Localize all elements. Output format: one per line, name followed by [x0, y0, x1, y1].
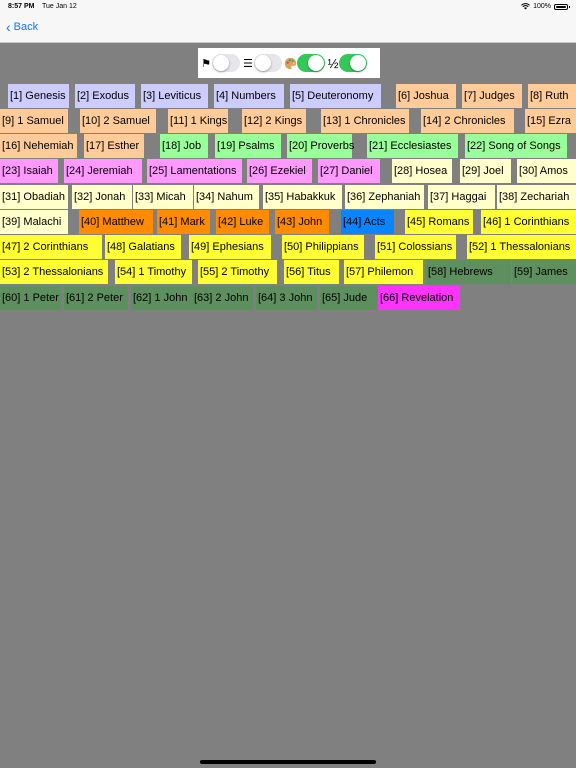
book-button[interactable]: [45] Romans	[405, 210, 473, 234]
toggles-panel: ⚑ ☰ ½	[198, 48, 380, 78]
book-button[interactable]: [19] Psalms	[215, 134, 281, 158]
book-button[interactable]: [40] Matthew	[79, 210, 153, 234]
book-button[interactable]: [23] Isaiah	[0, 159, 58, 183]
book-button[interactable]: [55] 2 Timothy	[198, 260, 277, 284]
book-button[interactable]: [60] 1 Peter	[0, 286, 61, 310]
book-button[interactable]: [36] Zephaniah	[345, 185, 424, 209]
book-button[interactable]: [5] Deuteronomy	[290, 84, 381, 108]
book-button[interactable]: [62] 1 John	[131, 286, 192, 310]
book-button[interactable]: [64] 3 John	[256, 286, 317, 310]
book-button[interactable]: [17] Esther	[84, 134, 144, 158]
book-button[interactable]: [46] 1 Corinthians	[481, 210, 576, 234]
book-button[interactable]: [27] Daniel	[318, 159, 380, 183]
book-button[interactable]: [20] Proverbs	[287, 134, 354, 158]
book-button[interactable]: [9] 1 Samuel	[0, 109, 68, 133]
book-button[interactable]: [32] Jonah	[72, 185, 132, 209]
book-button[interactable]: [1] Genesis	[8, 84, 69, 108]
book-button[interactable]: [48] Galatians	[105, 235, 181, 259]
chevron-left-icon: ‹	[6, 18, 11, 35]
book-button[interactable]: [56] Titus	[284, 260, 339, 284]
wifi-icon	[521, 3, 530, 10]
book-button[interactable]: [2] Exodus	[75, 84, 135, 108]
book-button[interactable]: [52] 1 Thessalonians	[467, 235, 576, 259]
palette-toggle[interactable]	[297, 54, 325, 72]
book-button[interactable]: [35] Habakkuk	[263, 185, 342, 209]
book-button[interactable]: [26] Ezekiel	[247, 159, 312, 183]
flag-icon: ⚑	[201, 57, 211, 70]
book-button[interactable]: [37] Haggai	[428, 185, 495, 209]
book-button[interactable]: [12] 2 Kings	[242, 109, 306, 133]
book-button[interactable]: [34] Nahum	[194, 185, 259, 209]
book-button[interactable]: [50] Philippians	[282, 235, 364, 259]
book-button[interactable]: [3] Leviticus	[141, 84, 208, 108]
status-bar: 8:57 PM Tue Jan 12 100%	[0, 0, 576, 14]
book-button[interactable]: [43] John	[275, 210, 329, 234]
battery-icon	[554, 3, 570, 10]
status-time: 8:57 PM	[8, 3, 35, 10]
book-button[interactable]: [53] 2 Thessalonians	[0, 260, 108, 284]
book-button[interactable]: [30] Amos	[517, 159, 576, 183]
book-button[interactable]: [15] Ezra	[525, 109, 576, 133]
book-button[interactable]: [21] Ecclesiastes	[367, 134, 458, 158]
book-button[interactable]: [6] Joshua	[396, 84, 456, 108]
book-button[interactable]: [49] Ephesians	[189, 235, 271, 259]
book-button[interactable]: [22] Song of Songs	[465, 134, 567, 158]
book-button[interactable]: [54] 1 Timothy	[115, 260, 192, 284]
status-date: Tue Jan 12	[42, 3, 77, 10]
book-button[interactable]: [66] Revelation	[378, 286, 460, 310]
book-button[interactable]: [31] Obadiah	[0, 185, 68, 209]
book-button[interactable]: [4] Numbers	[214, 84, 284, 108]
list-icon: ☰	[243, 57, 253, 70]
flag-toggle[interactable]	[212, 54, 240, 72]
book-button[interactable]: [13] 1 Chronicles	[321, 109, 409, 133]
book-button[interactable]: [41] Mark	[157, 210, 210, 234]
back-button[interactable]: ‹ Back	[6, 18, 39, 35]
book-button[interactable]: [61] 2 Peter	[64, 286, 128, 310]
book-button[interactable]: [47] 2 Corinthians	[0, 235, 102, 259]
book-button[interactable]: [51] Colossians	[375, 235, 456, 259]
book-button[interactable]: [11] 1 Kings	[168, 109, 228, 133]
half-icon: ½	[327, 55, 339, 71]
home-indicator	[200, 760, 376, 764]
nav-bar: ‹ Back	[0, 14, 576, 43]
book-button[interactable]: [18] Job	[160, 134, 208, 158]
book-button[interactable]: [65] Jude	[320, 286, 378, 310]
list-toggle[interactable]	[254, 54, 282, 72]
book-button[interactable]: [7] Judges	[462, 84, 522, 108]
book-button[interactable]: [58] Hebrews	[426, 260, 511, 284]
book-button[interactable]: [10] 2 Samuel	[80, 109, 156, 133]
book-button[interactable]: [39] Malachi	[0, 210, 68, 234]
book-button[interactable]: [44] Acts	[341, 210, 394, 234]
book-button[interactable]: [63] 2 John	[192, 286, 253, 310]
book-button[interactable]: [14] 2 Chronicles	[421, 109, 514, 133]
book-button[interactable]: [28] Hosea	[392, 159, 452, 183]
book-button[interactable]: [29] Joel	[460, 159, 511, 183]
book-button[interactable]: [38] Zechariah	[497, 185, 576, 209]
book-button[interactable]: [42] Luke	[216, 210, 269, 234]
half-toggle[interactable]	[339, 54, 367, 72]
book-button[interactable]: [59] James	[512, 260, 576, 284]
book-button[interactable]: [16] Nehemiah	[0, 134, 77, 158]
status-right: 100%	[521, 3, 570, 10]
book-button[interactable]: [8] Ruth	[528, 84, 576, 108]
back-label: Back	[13, 21, 39, 33]
book-button[interactable]: [57] Philemon	[344, 260, 423, 284]
book-button[interactable]: [24] Jeremiah	[64, 159, 142, 183]
battery-percent: 100%	[533, 3, 551, 10]
book-button[interactable]: [25] Lamentations	[147, 159, 242, 183]
book-button[interactable]: [33] Micah	[133, 185, 193, 209]
palette-icon	[284, 57, 297, 69]
